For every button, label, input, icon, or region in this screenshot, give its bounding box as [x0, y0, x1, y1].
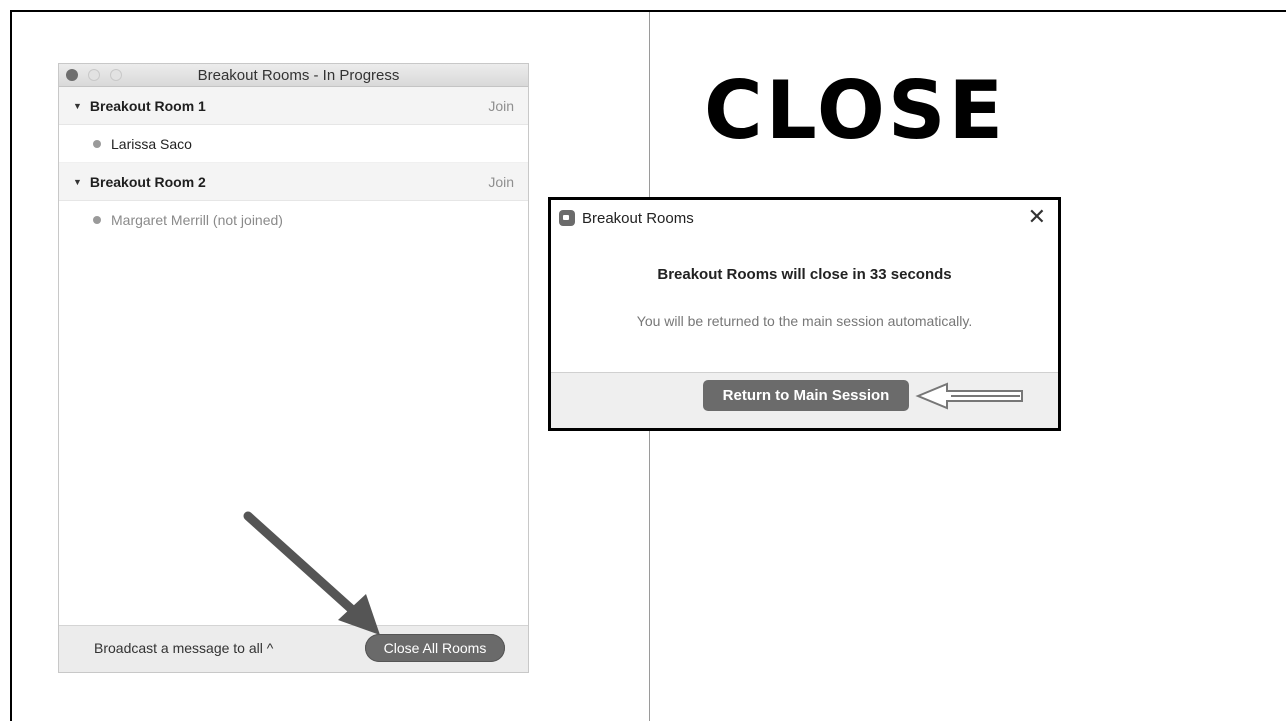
pointer-arrow-icon	[915, 382, 1023, 410]
zoom-app-icon	[559, 210, 575, 226]
window-titlebar: Breakout Rooms - In Progress	[59, 64, 528, 87]
close-icon[interactable]: ✕	[1028, 204, 1046, 230]
room-name: Breakout Room 2	[89, 173, 206, 190]
broadcast-message-button[interactable]: Broadcast a message to all ^	[94, 640, 273, 656]
participant-name: Margaret Merrill (not joined)	[111, 211, 283, 228]
participant-row: Larissa Saco	[59, 125, 528, 163]
dialog-footer: Return to Main Session	[551, 372, 1058, 428]
dialog-titlebar: Breakout Rooms ✕	[551, 200, 1058, 236]
breakout-rooms-window: Breakout Rooms - In Progress ▼ Breakout …	[58, 63, 529, 673]
disclosure-triangle-icon[interactable]: ▼	[73, 177, 82, 187]
join-room-2-button[interactable]: Join	[488, 174, 514, 190]
join-room-1-button[interactable]: Join	[488, 98, 514, 114]
breakout-close-dialog: Breakout Rooms ✕ Breakout Rooms will clo…	[548, 197, 1061, 431]
return-info-text: You will be returned to the main session…	[636, 313, 973, 329]
window-title: Breakout Rooms - In Progress	[197, 67, 400, 84]
room-header-1[interactable]: ▼ Breakout Room 1 Join	[59, 87, 528, 125]
slide-heading: CLOSE	[704, 64, 1007, 157]
participant-name: Larissa Saco	[111, 135, 192, 152]
countdown-message: Breakout Rooms will close in 33 seconds	[657, 266, 952, 283]
status-dot-icon	[93, 215, 101, 224]
window-footer: Broadcast a message to all ^ Close All R…	[59, 625, 528, 672]
disclosure-triangle-icon[interactable]: ▼	[73, 101, 82, 111]
dialog-title: Breakout Rooms	[582, 209, 694, 227]
status-dot-icon	[93, 139, 101, 148]
close-all-rooms-button[interactable]: Close All Rooms	[365, 634, 505, 662]
return-to-main-session-button[interactable]: Return to Main Session	[703, 380, 909, 411]
room-name: Breakout Room 1	[89, 97, 206, 114]
participant-row: Margaret Merrill (not joined)	[59, 201, 528, 238]
room-header-2[interactable]: ▼ Breakout Room 2 Join	[59, 163, 528, 201]
